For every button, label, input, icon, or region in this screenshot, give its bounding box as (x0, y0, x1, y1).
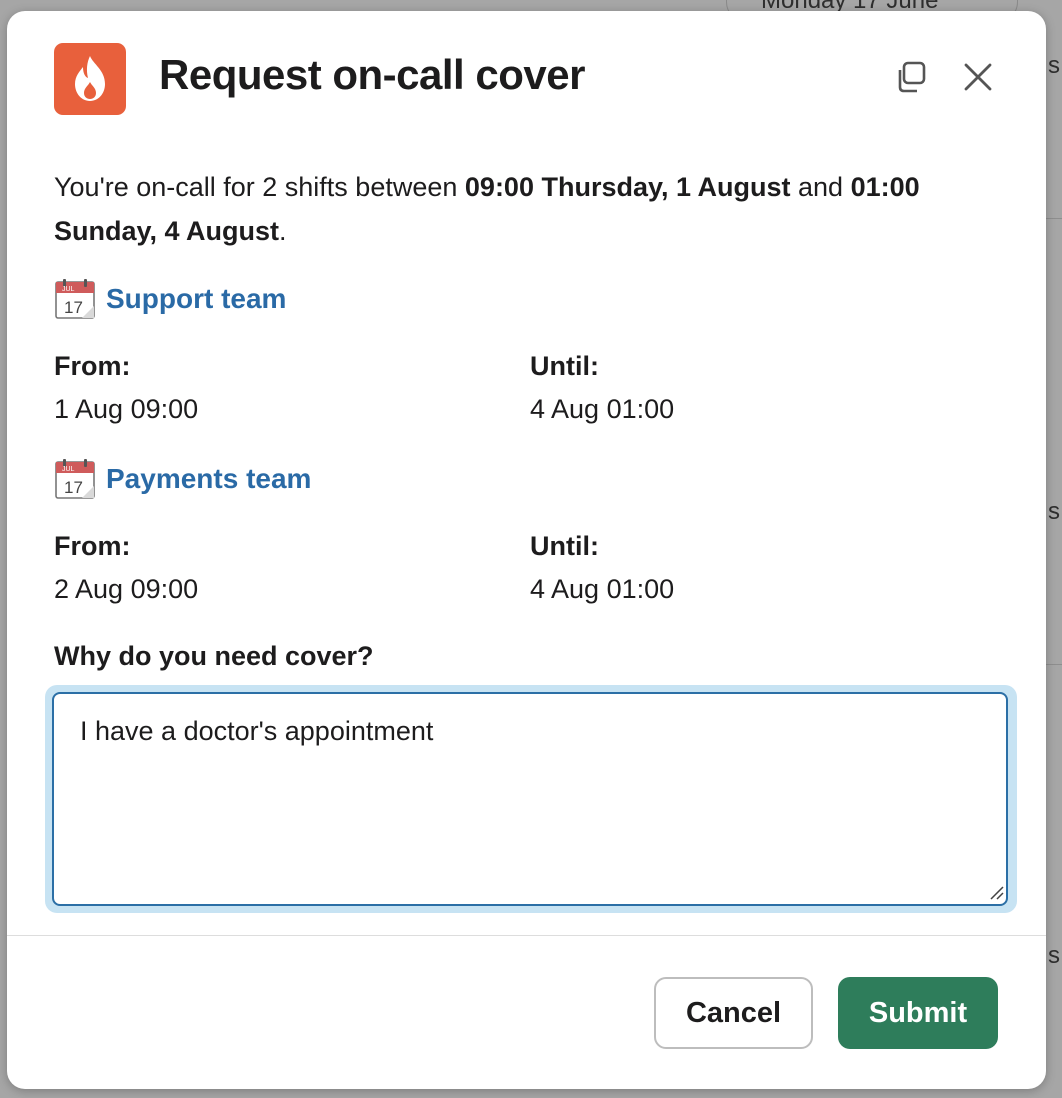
team-link-payments[interactable]: Payments team (106, 463, 311, 495)
submit-button[interactable]: Submit (838, 977, 998, 1049)
svg-text:JUL: JUL (62, 466, 75, 473)
svg-text:JUL: JUL (62, 286, 75, 293)
background-divider (1046, 218, 1062, 219)
summary-suffix: . (279, 216, 287, 246)
popout-button[interactable] (891, 57, 931, 97)
footer-divider (7, 935, 1046, 936)
until-value: 4 Aug 01:00 (530, 394, 675, 424)
from-label: From: (54, 351, 131, 381)
modal-title: Request on-call cover (159, 51, 585, 98)
from-value: 2 Aug 09:00 (54, 574, 199, 604)
calendar-icon: JUL 17 (55, 279, 95, 319)
shift-summary: You're on-call for 2 shifts between 09:0… (54, 165, 1004, 253)
from-label: From: (54, 531, 131, 561)
close-icon (964, 63, 992, 91)
until-value: 4 Aug 01:00 (530, 574, 675, 604)
flame-icon (54, 43, 126, 115)
shift-team-row: JUL 17 Support team (54, 277, 286, 321)
popout-icon (898, 61, 926, 93)
svg-text:17: 17 (64, 298, 83, 317)
reason-focus-ring: I have a doctor's appointment (45, 685, 1017, 913)
calendar-icon: JUL 17 (55, 459, 95, 499)
until-label: Until: (530, 351, 599, 381)
summary-start-time: 09:00 Thursday, 1 August (464, 172, 791, 202)
resize-handle-icon[interactable] (988, 884, 1004, 900)
svg-text:17: 17 (64, 478, 83, 497)
team-link-support[interactable]: Support team (106, 283, 286, 315)
reason-textarea[interactable]: I have a doctor's appointment (52, 692, 1008, 906)
summary-middle: and (790, 172, 851, 202)
shift-team-row: JUL 17 Payments team (54, 457, 311, 501)
background-divider (1046, 664, 1062, 665)
from-value: 1 Aug 09:00 (54, 394, 199, 424)
until-label: Until: (530, 531, 599, 561)
cancel-button[interactable]: Cancel (654, 977, 813, 1049)
close-button[interactable] (958, 57, 998, 97)
background-edge-text: s (1048, 942, 1060, 969)
background-edge-text: s (1048, 498, 1060, 525)
background-edge-text: s (1048, 52, 1060, 79)
request-cover-modal: Request on-call cover You're on-call for… (7, 11, 1046, 1089)
summary-prefix: You're on-call for 2 shifts between (54, 172, 465, 202)
reason-label: Why do you need cover? (54, 641, 374, 671)
